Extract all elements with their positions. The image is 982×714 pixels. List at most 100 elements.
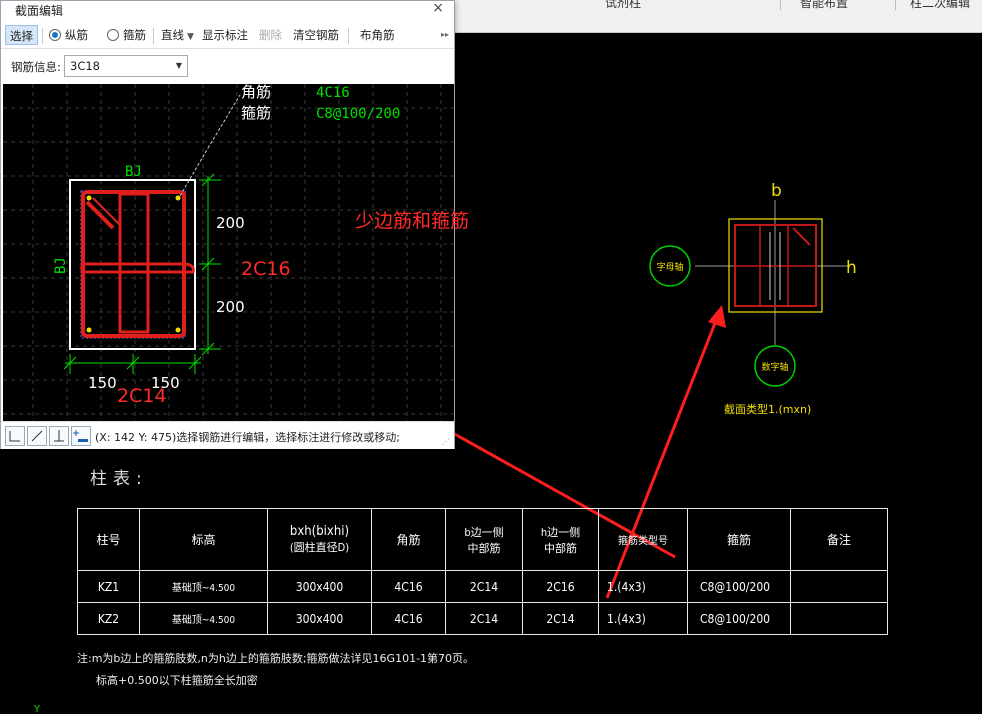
header-cell: 柱号 <box>77 508 140 571</box>
side-rebar-note: 2C16 <box>241 258 291 280</box>
header-cell: bxh(bixhi) (圆柱直径D) <box>267 508 372 571</box>
axis-label-letter: 字母轴 <box>656 261 683 273</box>
corner-value: 4C16 <box>316 85 350 101</box>
delete-button[interactable]: 删除 <box>259 25 282 45</box>
rebar-group <box>80 190 195 338</box>
annotation-text: 少边筋和箍筋 <box>355 210 470 232</box>
label-h: h <box>846 258 857 278</box>
ribbon-item-column[interactable]: 试剂柱 <box>605 0 641 11</box>
dim-200-bottom: 200 <box>216 298 245 316</box>
cell <box>790 570 888 603</box>
cell: KZ2 <box>77 602 140 635</box>
dim-bottom <box>63 354 202 374</box>
clear-rebar-button[interactable]: 清空钢筋 <box>293 25 339 45</box>
dim-add-icon[interactable] <box>71 426 91 446</box>
radio-circle-icon <box>107 29 119 41</box>
table-row: KZ1 基础顶~4.500 300x400 4C16 2C14 2C16 1.(… <box>77 570 888 603</box>
stirrup-label-text: 箍筋 <box>241 104 271 122</box>
header-cell: 箍筋 <box>687 508 791 571</box>
ribbon-separator <box>895 0 896 10</box>
dim-200-top: 200 <box>216 214 245 232</box>
chevron-down-icon: ▼ <box>175 61 182 70</box>
app-window: 试剂柱 智能布置 柱二次编辑 b h 字母轴 数字轴 截面类型1.(mxn) Y… <box>0 0 982 714</box>
toolbar-separator <box>153 28 154 44</box>
stirrup-value: C8@100/200 <box>316 106 400 122</box>
dim-right <box>199 173 221 356</box>
label-b: b <box>771 181 782 201</box>
dim-horizontal-icon[interactable] <box>5 426 25 446</box>
header-bxh: bxh(bixhi) <box>289 524 350 539</box>
show-mark-button[interactable]: 显示标注 <box>202 25 248 45</box>
toolbar-separator <box>42 28 43 44</box>
section-caption: 截面类型1.(mxn) <box>724 402 811 416</box>
dim-oblique-icon[interactable] <box>27 426 47 446</box>
dialog-titlebar[interactable]: 截面编辑 × <box>1 0 454 19</box>
cell: 2C14 <box>445 570 523 603</box>
resize-grip-icon[interactable]: ⋰ <box>442 437 450 446</box>
header-h-side: h边一侧 <box>540 525 581 539</box>
cell: 300x400 <box>267 602 372 635</box>
select-button[interactable]: 选择 <box>5 25 38 45</box>
ribbon-item-column-edit[interactable]: 柱二次编辑 <box>910 0 970 11</box>
table-header-row: 柱号 标高 bxh(bixhi) (圆柱直径D) 角筋 b边一侧 中部筋 h边一… <box>77 508 888 571</box>
cell: 1.(4x3) <box>598 570 688 603</box>
header-cell: 标高 <box>139 508 268 571</box>
cell: 300x400 <box>267 570 372 603</box>
header-cell: 角筋 <box>371 508 446 571</box>
cell: C8@100/200 <box>687 602 791 635</box>
cell: 2C14 <box>445 602 523 635</box>
rebar-info-select[interactable]: 3C18 ▼ <box>64 55 188 77</box>
stirrup-label: 箍筋 <box>123 28 146 42</box>
header-h-mid: 中部筋 <box>544 541 577 555</box>
axis-label-number: 数字轴 <box>761 361 788 373</box>
corner-rebar-button[interactable]: 布角筋 <box>360 25 395 45</box>
rebar-info-value: 3C18 <box>70 59 100 73</box>
leader-line <box>207 94 241 149</box>
cell: C8@100/200 <box>687 570 791 603</box>
section-drawing: 角筋 箍筋 4C16 C8@100/200 BJ BJ 200 200 150 … <box>3 83 454 421</box>
radio-dot-icon <box>49 29 61 41</box>
cell: 2C14 <box>522 602 599 635</box>
status-text: (X: 142 Y: 475)选择钢筋进行编辑，选择标注进行修改或移动; <box>95 431 400 444</box>
header-cell: 箍筋类型号 <box>598 508 688 571</box>
table-note-1: 注:m为b边上的箍筋肢数,n为h边上的箍筋肢数;箍筋做法详见16G101-1第7… <box>77 652 475 665</box>
table-row: KZ2 基础顶~4.500 300x400 4C16 2C14 2C14 1.(… <box>77 602 888 635</box>
rebar-info-label: 钢筋信息: <box>11 60 61 74</box>
dialog-toolbar: 选择 纵筋 箍筋 直线 ▼ 显示标注 删除 清空钢筋 布角筋 ▸▸ <box>1 19 454 49</box>
header-cell: h边一侧 中部筋 <box>522 508 599 571</box>
header-diameter: (圆柱直径D) <box>289 541 350 554</box>
rebar-info-row: 钢筋信息: 3C18 ▼ <box>1 49 454 81</box>
ribbon-item-smart-layout[interactable]: 智能布置 <box>800 0 848 11</box>
longitudinal-label: 纵筋 <box>65 28 88 42</box>
table-note-2: 标高+0.500以下柱箍筋全长加密 <box>96 674 258 687</box>
origin-marker: Y <box>33 704 41 714</box>
corner-label: 角筋 <box>241 84 271 101</box>
longitudinal-radio[interactable]: 纵筋 <box>49 25 88 45</box>
dim-150-left: 150 <box>88 374 117 392</box>
close-icon[interactable]: × <box>432 0 444 16</box>
header-b-mid: 中部筋 <box>467 541 501 555</box>
bj-top-label: BJ <box>125 164 142 180</box>
cell: 4C16 <box>371 602 446 635</box>
cell <box>790 602 888 635</box>
cell: 基础顶~4.500 <box>139 602 268 635</box>
bj-left-label: BJ <box>53 257 69 274</box>
line-label: 直线 <box>161 28 184 42</box>
ribbon-separator <box>780 0 781 10</box>
header-b-side: b边一侧 <box>464 525 504 539</box>
line-dropdown[interactable]: 直线 ▼ <box>161 25 194 45</box>
header-cell: 备注 <box>790 508 888 571</box>
table-title: 柱表: <box>90 469 148 489</box>
chevron-down-icon: ▼ <box>187 32 194 42</box>
cell: 4C16 <box>371 570 446 603</box>
stirrup-radio[interactable]: 箍筋 <box>107 25 146 45</box>
header-cell: b边一侧 中部筋 <box>445 508 523 571</box>
dialog-statusbar: (X: 142 Y: 475)选择钢筋进行编辑，选择标注进行修改或移动; ⋰ <box>1 421 454 449</box>
bottom-rebar-note: 2C14 <box>117 385 167 407</box>
dialog-title: 截面编辑 <box>15 4 64 18</box>
overflow-icon[interactable]: ▸▸ <box>441 25 449 45</box>
section-canvas[interactable]: 角筋 箍筋 4C16 C8@100/200 BJ BJ 200 200 150 … <box>3 83 454 421</box>
tie-bar <box>80 262 195 274</box>
dim-vertical-icon[interactable] <box>49 426 69 446</box>
cell: KZ1 <box>77 570 140 603</box>
